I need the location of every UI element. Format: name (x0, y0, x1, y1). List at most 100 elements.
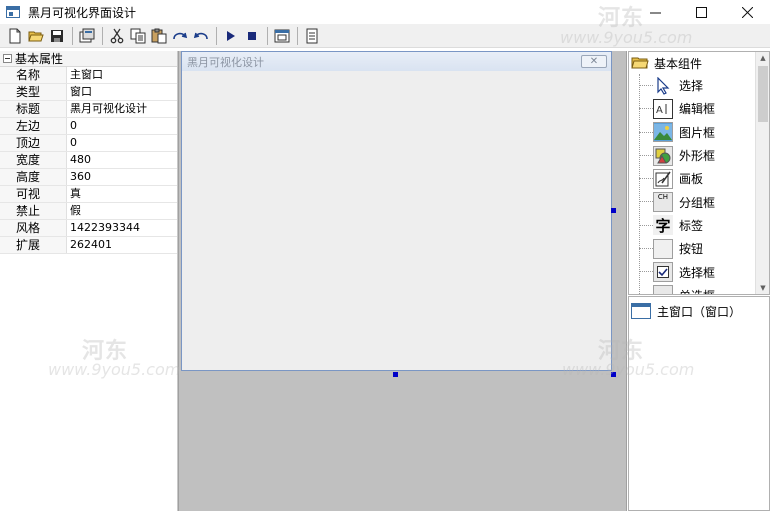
property-name: 宽度 (0, 152, 67, 168)
property-row[interactable]: 禁止假 (0, 203, 177, 220)
palette-item-label: 图片框 (679, 125, 716, 140)
resize-handle-right[interactable] (611, 208, 616, 213)
property-value[interactable]: 主窗口 (67, 67, 177, 83)
save-icon (51, 29, 63, 42)
copy-button[interactable] (128, 26, 148, 46)
property-name: 禁止 (0, 203, 67, 219)
scroll-down-arrow-icon[interactable]: ▼ (756, 282, 769, 294)
window-title: 黑月可视化界面设计 (28, 5, 137, 20)
tree-connector (639, 201, 653, 203)
open-button[interactable] (26, 26, 46, 46)
property-value[interactable]: 黑月可视化设计 (67, 101, 177, 117)
property-row[interactable]: 标题 黑月可视化设计 (0, 101, 177, 118)
toolbar-separator (297, 26, 298, 45)
palette-item-label-control[interactable]: 字 标签 (629, 214, 769, 237)
palette-item-label: 外形框 (679, 149, 716, 164)
palette-item-label: 编辑框 (679, 102, 716, 117)
design-canvas[interactable]: 黑月可视化设计 ✕ (178, 51, 627, 511)
property-name: 名称 (0, 67, 67, 83)
palette-group-title: 基本组件 (654, 56, 703, 71)
run-button[interactable] (221, 26, 241, 46)
property-row[interactable]: 扩展 262401 (0, 237, 177, 254)
palette-item-shape-box[interactable]: 外形框 (629, 144, 769, 167)
property-row[interactable]: 风格 1422393344 (0, 220, 177, 237)
window-controls (632, 0, 770, 24)
resize-handle-corner[interactable] (611, 372, 616, 377)
toolbar (0, 24, 770, 48)
palette-item-edit-box[interactable]: A 编辑框 (629, 97, 769, 120)
properties-icon (79, 28, 95, 42)
cut-icon (110, 28, 124, 43)
property-row[interactable]: 类型 窗口 (0, 84, 177, 101)
designed-form[interactable]: 黑月可视化设计 ✕ (181, 51, 612, 371)
tree-connector (639, 178, 653, 180)
save-button[interactable] (47, 26, 67, 46)
palette-item-button[interactable]: 按钮 (629, 237, 769, 260)
property-row[interactable]: 顶边 0 (0, 135, 177, 152)
svg-text:A: A (656, 105, 663, 116)
toolbar-separator (216, 26, 217, 45)
property-row[interactable]: 左边 0 (0, 118, 177, 135)
maximize-button[interactable] (678, 0, 724, 24)
property-group-title: 基本属性 (15, 52, 64, 66)
scroll-up-arrow-icon[interactable]: ▲ (756, 52, 769, 64)
palette-group-header[interactable]: 基本组件 (629, 52, 769, 74)
cut-button[interactable] (107, 26, 127, 46)
property-value[interactable]: 假 (67, 203, 177, 219)
form-title: 黑月可视化设计 (187, 55, 264, 69)
paste-button[interactable] (149, 26, 169, 46)
properties-button[interactable] (77, 26, 97, 46)
resize-handle-bottom[interactable] (393, 372, 398, 377)
property-name: 标题 (0, 101, 67, 117)
property-name: 顶边 (0, 135, 67, 151)
notes-icon (306, 28, 318, 43)
property-row[interactable]: 可视真 (0, 186, 177, 203)
tree-item-main-window[interactable]: 主窗口（窗口） (629, 300, 769, 322)
property-value[interactable]: 窗口 (67, 84, 177, 100)
property-value[interactable]: 1422393344 (67, 220, 177, 236)
group-box-icon: CH (653, 192, 673, 213)
collapse-icon[interactable] (3, 54, 12, 63)
redo-icon (173, 32, 188, 39)
property-name: 扩展 (0, 237, 67, 253)
palette-item-checkbox[interactable]: 选择框 (629, 260, 769, 283)
undo-icon (193, 32, 208, 39)
property-value[interactable]: 真 (67, 186, 177, 202)
close-button[interactable] (724, 0, 770, 24)
palette-item-drawing-board[interactable]: 画板 (629, 167, 769, 190)
property-value[interactable]: 0 (67, 118, 177, 134)
undo-button[interactable] (191, 26, 211, 46)
form-close-button[interactable]: ✕ (581, 55, 607, 68)
property-row[interactable]: 高度 360 (0, 169, 177, 186)
new-file-button[interactable] (5, 26, 25, 46)
window-preview-icon (274, 29, 290, 42)
notes-button[interactable] (302, 26, 322, 46)
redo-button[interactable] (170, 26, 190, 46)
minimize-button[interactable] (632, 0, 678, 24)
drawing-board-icon (653, 168, 673, 189)
property-name: 高度 (0, 169, 67, 185)
form-title-bar[interactable]: 黑月可视化设计 ✕ (182, 52, 611, 71)
close-icon: ✕ (589, 56, 599, 67)
window-preview-button[interactable] (272, 26, 292, 46)
property-value[interactable]: 360 (67, 169, 177, 185)
palette-item-label: 选择框 (679, 265, 716, 280)
property-row[interactable]: 宽度 480 (0, 152, 177, 169)
stop-button[interactable] (242, 26, 262, 46)
scroll-thumb[interactable] (758, 66, 768, 122)
property-value[interactable]: 480 (67, 152, 177, 168)
palette-item-select[interactable]: 选择 (629, 74, 769, 97)
palette-item-group-box[interactable]: CH 分组框 (629, 190, 769, 213)
palette-item-label: 按钮 (679, 242, 704, 257)
edit-box-icon: A (653, 98, 673, 119)
checkbox-icon (653, 262, 673, 283)
copy-icon (130, 28, 146, 43)
property-group-header[interactable]: 基本属性 (0, 51, 177, 67)
property-value[interactable]: 0 (67, 135, 177, 151)
property-row[interactable]: 名称 主窗口 (0, 67, 177, 84)
app-icon (6, 6, 20, 18)
palette-scrollbar[interactable]: ▲ ▼ (755, 52, 769, 294)
property-value[interactable]: 262401 (67, 237, 177, 253)
palette-item-radio[interactable]: 单选框 (629, 284, 769, 294)
palette-item-picture-box[interactable]: 图片框 (629, 121, 769, 144)
